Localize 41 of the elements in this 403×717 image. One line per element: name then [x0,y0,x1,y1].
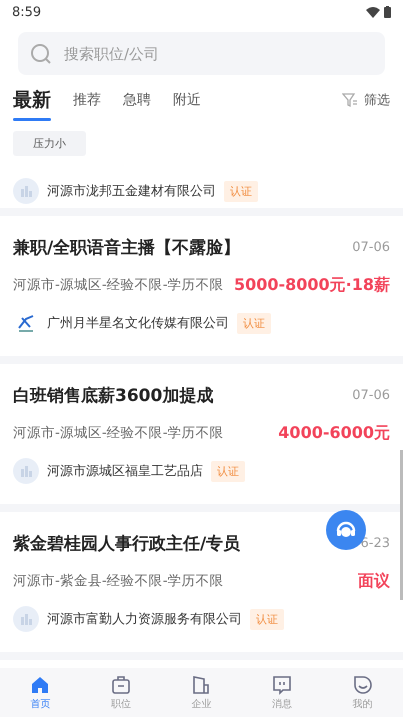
wifi-icon [366,6,380,18]
tab[interactable]: 最新 [13,75,51,125]
search-field[interactable]: 搜索职位/公司 [18,32,385,75]
salary: 面议 [358,570,390,592]
nav-item[interactable]: 首页 [0,668,81,717]
job-title: 紫金碧桂园人事行政主任/专员 [13,532,240,554]
message-icon [272,674,292,694]
job-meta: 河源市-源城区-经验不限-学历不限 [13,276,224,294]
building-icon [13,458,39,484]
salary: 5000-8000元·18薪 [234,274,390,296]
job-tag: 压力小 [13,131,86,156]
post-date: 07-06 [352,240,390,254]
job-title: 白班销售底薪3600加提成 [13,384,214,406]
tab[interactable]: 急聘 [123,75,151,125]
salary: 4000-6000元 [278,422,390,444]
verified-badge: 认证 [237,312,271,334]
post-date: 07-06 [352,388,390,402]
company-name: 河源市源城区福皇工艺品店 [47,463,203,480]
verified-badge: 认证 [224,180,258,202]
briefcase-icon [110,674,131,694]
filter-icon [342,92,358,108]
filter-button[interactable]: 筛选 [342,91,390,109]
job-meta: 河源市-源城区-经验不限-学历不限 [13,424,224,442]
home-icon [30,674,50,694]
building-icon [13,606,39,632]
status-time: 8:59 [12,4,42,20]
tab[interactable]: 推荐 [73,75,101,125]
battery-icon [384,6,391,18]
job-meta: 河源市-紫金县-经验不限-学历不限 [13,572,224,590]
verified-badge: 认证 [250,608,284,630]
search-input[interactable]: 搜索职位/公司 [62,44,373,64]
smile-icon [352,674,373,694]
tab[interactable]: 附近 [173,75,201,125]
company-name: 广州月半星名文化传媒有限公司 [47,315,229,332]
search-icon [30,42,52,64]
job-title: 兼职/全职语音主播【不露脸】 [13,236,240,258]
verified-badge: 认证 [211,460,245,482]
company-name: 河源市富勤人力资源服务有限公司 [47,611,242,628]
building-icon [13,178,39,204]
company-name: 河源市泷邦五金建材有限公司 [47,183,216,200]
building-icon [191,674,212,694]
